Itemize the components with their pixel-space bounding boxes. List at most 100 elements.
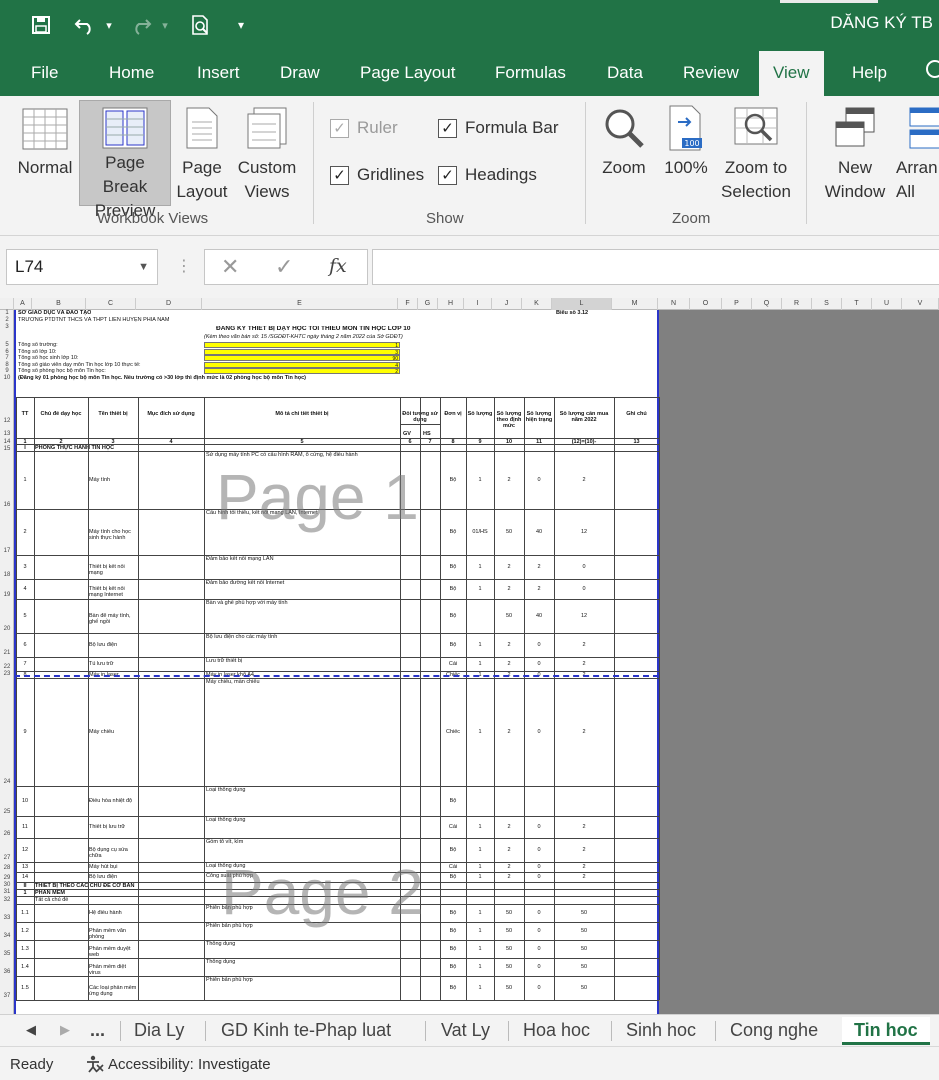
formula-buttons: ✕ ✓ fx bbox=[204, 249, 368, 285]
row-name: Máy hút bụi bbox=[89, 864, 118, 870]
name-box[interactable]: L74 ▼ bbox=[6, 249, 158, 285]
column-header[interactable]: C bbox=[86, 298, 136, 310]
headings-checkbox[interactable]: ✓ Headings bbox=[438, 165, 537, 185]
tab-home[interactable]: Home bbox=[109, 50, 154, 96]
column-header[interactable]: A bbox=[14, 298, 32, 310]
sheet-tab-hoa-hoc[interactable]: Hoa hoc bbox=[523, 1017, 590, 1045]
zoom-100-button[interactable]: 100 100% bbox=[658, 104, 714, 204]
column-header[interactable]: N bbox=[658, 298, 690, 310]
zoom-to-selection-button[interactable]: Zoom to Selection bbox=[716, 104, 796, 204]
column-header[interactable]: H bbox=[438, 298, 464, 310]
lightbulb-icon[interactable] bbox=[926, 60, 939, 78]
column-header[interactable]: R bbox=[782, 298, 812, 310]
tab-help[interactable]: Help bbox=[852, 50, 887, 96]
sheet-tab-sinh-hoc[interactable]: Sinh hoc bbox=[626, 1017, 696, 1045]
sheet-tab-gd-kinh-te[interactable]: GD Kinh te-Phap luat bbox=[221, 1017, 391, 1045]
select-all-corner[interactable] bbox=[0, 298, 14, 310]
tab-file[interactable]: File bbox=[31, 50, 58, 96]
custom-views-button[interactable]: Custom Views bbox=[234, 104, 300, 204]
page-layout-view-button[interactable]: Page Layout bbox=[174, 104, 230, 204]
sheet-tab-cong-nghe[interactable]: Cong nghe bbox=[730, 1017, 818, 1045]
tab-review[interactable]: Review bbox=[683, 50, 739, 96]
insert-function-icon[interactable]: fx bbox=[329, 255, 347, 277]
column-header[interactable]: O bbox=[690, 298, 722, 310]
normal-view-button[interactable]: Normal bbox=[14, 104, 76, 204]
row-number: 12 bbox=[3, 418, 11, 424]
arrange-all-button[interactable]: Arran All bbox=[894, 104, 939, 204]
column-header[interactable]: Q bbox=[752, 298, 782, 310]
tab-separator bbox=[715, 1021, 716, 1041]
row-name: Hệ điều hành bbox=[89, 910, 122, 916]
normal-label: Normal bbox=[17, 158, 73, 177]
tab-formulas[interactable]: Formulas bbox=[495, 50, 566, 96]
row-current: 40 bbox=[535, 529, 543, 535]
highlighted-input-cell: 90 bbox=[204, 355, 400, 362]
formula-bar-checkbox[interactable]: ✓ Formula Bar bbox=[438, 118, 559, 138]
row-unit: Cái bbox=[448, 661, 458, 667]
formula-bar-grip-icon[interactable]: ⋮ bbox=[176, 256, 192, 276]
column-header[interactable]: P bbox=[722, 298, 752, 310]
tab-data[interactable]: Data bbox=[607, 50, 643, 96]
cancel-icon[interactable]: ✕ bbox=[221, 254, 239, 280]
tab-insert[interactable]: Insert bbox=[197, 50, 240, 96]
row-norm: 50 bbox=[505, 910, 513, 916]
row-norm: 2 bbox=[507, 477, 511, 483]
worksheet-grid[interactable]: A B C D E F G H I J K L M N O P Q R S T … bbox=[0, 298, 939, 1014]
table-subheader: HS bbox=[423, 431, 431, 437]
save-icon[interactable] bbox=[28, 12, 54, 38]
column-header[interactable]: K bbox=[522, 298, 552, 310]
print-preview-icon[interactable] bbox=[188, 12, 214, 38]
tab-view[interactable]: View bbox=[759, 51, 824, 96]
accessibility-status[interactable]: Accessibility: Investigate bbox=[108, 1056, 271, 1073]
column-header[interactable]: B bbox=[32, 298, 86, 310]
column-header[interactable]: I bbox=[464, 298, 492, 310]
column-header[interactable]: V bbox=[902, 298, 939, 310]
column-header[interactable]: T bbox=[842, 298, 872, 310]
column-header[interactable]: U bbox=[872, 298, 902, 310]
enter-icon[interactable]: ✓ bbox=[275, 254, 293, 280]
row-need: 2 bbox=[582, 729, 586, 735]
page-break-preview-button[interactable]: Page Break Preview bbox=[79, 100, 171, 220]
title-bar: ▾ ▾ ▾ DĂNG KÝ TB bbox=[0, 0, 939, 50]
ruler-checkbox[interactable]: ✓ Ruler bbox=[330, 118, 398, 138]
column-header[interactable]: E bbox=[202, 298, 398, 310]
column-header[interactable]: M bbox=[612, 298, 658, 310]
column-header[interactable]: S bbox=[812, 298, 842, 310]
page-break-line[interactable] bbox=[14, 675, 659, 677]
row-name: Bộ lưu điện bbox=[89, 874, 118, 880]
new-window-button[interactable]: New Window bbox=[818, 104, 892, 204]
tab-separator bbox=[205, 1021, 206, 1041]
tab-page-layout[interactable]: Page Layout bbox=[360, 50, 455, 96]
customize-quick-access-icon[interactable]: ▾ bbox=[232, 12, 250, 38]
tab-draw[interactable]: Draw bbox=[280, 50, 320, 96]
print-page-area: SỞ GIÁO DỤC VÀ ĐÀO TẠO TRƯỜNG PTDTNT THCS… bbox=[14, 310, 660, 1014]
status-bar: Ready Accessibility: Investigate bbox=[0, 1046, 939, 1080]
gridlines-checkbox[interactable]: ✓ Gridlines bbox=[330, 165, 424, 185]
info-label: (Đăng ký 01 phòng học bộ môn Tin học. Nế… bbox=[18, 374, 306, 381]
row-number: 10 bbox=[3, 374, 11, 381]
redo-dropdown-icon[interactable]: ▾ bbox=[158, 12, 172, 38]
undo-dropdown-icon[interactable]: ▾ bbox=[102, 12, 116, 38]
column-header[interactable]: D bbox=[136, 298, 202, 310]
row-qty: 1 bbox=[478, 642, 482, 648]
column-header[interactable]: J bbox=[492, 298, 522, 310]
column-header[interactable]: F bbox=[398, 298, 418, 310]
redo-icon[interactable] bbox=[128, 12, 154, 38]
sheet-tab-more[interactable]: ... bbox=[90, 1017, 105, 1045]
sheet-tab-dia-ly[interactable]: Dia Ly bbox=[134, 1017, 184, 1045]
scroll-tabs-left-icon[interactable]: ◀ bbox=[26, 1017, 36, 1045]
sheet-tab-vat-ly[interactable]: Vat Ly bbox=[441, 1017, 490, 1045]
accessibility-icon[interactable] bbox=[84, 1054, 104, 1078]
name-box-dropdown-icon[interactable]: ▼ bbox=[138, 250, 149, 284]
row-number: 33 bbox=[3, 915, 11, 921]
sheet-tab-tin-hoc[interactable]: Tin hoc bbox=[842, 1017, 930, 1045]
formula-input[interactable] bbox=[372, 249, 939, 285]
column-header[interactable]: G bbox=[418, 298, 438, 310]
scroll-tabs-right-icon[interactable]: ▶ bbox=[60, 1017, 70, 1045]
zoom-button[interactable]: Zoom bbox=[596, 104, 652, 204]
column-headers: A B C D E F G H I J K L M N O P Q R S T … bbox=[0, 298, 939, 310]
column-header-selected[interactable]: L bbox=[552, 298, 612, 310]
group-separator bbox=[313, 102, 314, 224]
row-number: 30 bbox=[3, 882, 11, 888]
undo-icon[interactable] bbox=[72, 12, 98, 38]
